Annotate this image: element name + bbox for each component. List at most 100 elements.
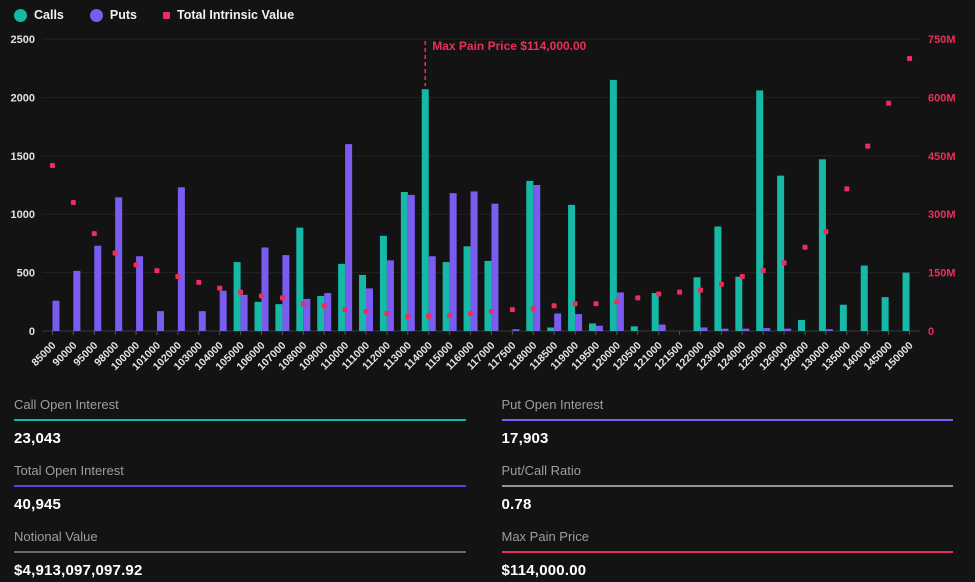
legend-item-puts[interactable]: Puts	[90, 8, 137, 22]
intrinsic-value-point[interactable]	[782, 260, 787, 265]
intrinsic-value-point[interactable]	[531, 306, 536, 311]
call-bar[interactable]	[735, 277, 742, 331]
put-bar[interactable]	[763, 328, 770, 331]
put-bar[interactable]	[115, 197, 122, 331]
intrinsic-value-point[interactable]	[113, 251, 118, 256]
intrinsic-value-point[interactable]	[50, 163, 55, 168]
intrinsic-value-point[interactable]	[322, 303, 327, 308]
call-bar[interactable]	[882, 297, 889, 331]
intrinsic-value-point[interactable]	[384, 311, 389, 316]
put-bar[interactable]	[324, 293, 331, 331]
call-bar[interactable]	[610, 80, 617, 331]
put-bar[interactable]	[73, 271, 80, 331]
call-bar[interactable]	[422, 89, 429, 331]
put-bar[interactable]	[742, 329, 749, 331]
intrinsic-value-point[interactable]	[656, 292, 661, 297]
intrinsic-value-point[interactable]	[238, 290, 243, 295]
call-bar[interactable]	[380, 236, 387, 331]
intrinsic-value-point[interactable]	[740, 274, 745, 279]
intrinsic-value-point[interactable]	[154, 268, 159, 273]
call-bar[interactable]	[547, 327, 554, 331]
intrinsic-value-point[interactable]	[134, 262, 139, 267]
put-bar[interactable]	[617, 292, 624, 331]
intrinsic-value-point[interactable]	[405, 314, 410, 319]
intrinsic-value-point[interactable]	[907, 56, 912, 61]
call-bar[interactable]	[401, 192, 408, 331]
put-bar[interactable]	[94, 246, 101, 331]
put-bar[interactable]	[429, 256, 436, 331]
call-bar[interactable]	[631, 326, 638, 331]
intrinsic-value-point[interactable]	[489, 309, 494, 314]
call-bar[interactable]	[819, 159, 826, 331]
call-bar[interactable]	[694, 277, 701, 331]
intrinsic-value-point[interactable]	[761, 268, 766, 273]
call-bar[interactable]	[840, 305, 847, 331]
intrinsic-value-point[interactable]	[614, 299, 619, 304]
call-bar[interactable]	[275, 304, 282, 331]
intrinsic-value-point[interactable]	[823, 229, 828, 234]
legend-item-calls[interactable]: Calls	[14, 8, 64, 22]
put-bar[interactable]	[721, 329, 728, 331]
call-bar[interactable]	[317, 296, 324, 331]
put-bar[interactable]	[512, 329, 519, 331]
intrinsic-value-point[interactable]	[175, 274, 180, 279]
intrinsic-value-point[interactable]	[677, 290, 682, 295]
put-bar[interactable]	[52, 301, 59, 331]
intrinsic-value-point[interactable]	[552, 303, 557, 308]
call-bar[interactable]	[714, 226, 721, 331]
intrinsic-value-point[interactable]	[343, 307, 348, 312]
put-bar[interactable]	[784, 329, 791, 331]
intrinsic-value-point[interactable]	[196, 280, 201, 285]
call-bar[interactable]	[296, 228, 303, 331]
call-bar[interactable]	[903, 273, 910, 331]
put-bar[interactable]	[826, 329, 833, 331]
call-bar[interactable]	[234, 262, 241, 331]
put-bar[interactable]	[450, 193, 457, 331]
put-bar[interactable]	[282, 255, 289, 331]
put-bar[interactable]	[241, 295, 248, 331]
call-bar[interactable]	[484, 261, 491, 331]
call-bar[interactable]	[359, 275, 366, 331]
intrinsic-value-point[interactable]	[844, 186, 849, 191]
put-bar[interactable]	[387, 260, 394, 331]
put-bar[interactable]	[136, 256, 143, 331]
call-bar[interactable]	[798, 320, 805, 331]
intrinsic-value-point[interactable]	[510, 307, 515, 312]
intrinsic-value-point[interactable]	[886, 101, 891, 106]
intrinsic-value-point[interactable]	[865, 144, 870, 149]
call-bar[interactable]	[255, 302, 262, 331]
call-bar[interactable]	[777, 176, 784, 331]
put-bar[interactable]	[471, 191, 478, 331]
put-bar[interactable]	[220, 291, 227, 331]
intrinsic-value-point[interactable]	[635, 295, 640, 300]
intrinsic-value-point[interactable]	[468, 311, 473, 316]
call-bar[interactable]	[568, 205, 575, 331]
put-bar[interactable]	[596, 326, 603, 331]
put-bar[interactable]	[554, 313, 561, 331]
put-bar[interactable]	[408, 195, 415, 331]
call-bar[interactable]	[589, 323, 596, 331]
intrinsic-value-point[interactable]	[698, 288, 703, 293]
intrinsic-value-point[interactable]	[71, 200, 76, 205]
intrinsic-value-point[interactable]	[301, 301, 306, 306]
intrinsic-value-point[interactable]	[92, 231, 97, 236]
call-bar[interactable]	[338, 264, 345, 331]
intrinsic-value-point[interactable]	[217, 286, 222, 291]
intrinsic-value-point[interactable]	[259, 293, 264, 298]
intrinsic-value-point[interactable]	[426, 314, 431, 319]
call-bar[interactable]	[464, 246, 471, 331]
put-bar[interactable]	[262, 247, 269, 331]
call-bar[interactable]	[652, 293, 659, 331]
put-bar[interactable]	[701, 327, 708, 331]
put-bar[interactable]	[345, 144, 352, 331]
intrinsic-value-point[interactable]	[719, 282, 724, 287]
call-bar[interactable]	[756, 90, 763, 331]
call-bar[interactable]	[861, 266, 868, 331]
call-bar[interactable]	[443, 262, 450, 331]
intrinsic-value-point[interactable]	[364, 309, 369, 314]
intrinsic-value-point[interactable]	[593, 301, 598, 306]
intrinsic-value-point[interactable]	[803, 245, 808, 250]
put-bar[interactable]	[575, 314, 582, 331]
put-bar[interactable]	[199, 311, 206, 331]
intrinsic-value-point[interactable]	[280, 295, 285, 300]
